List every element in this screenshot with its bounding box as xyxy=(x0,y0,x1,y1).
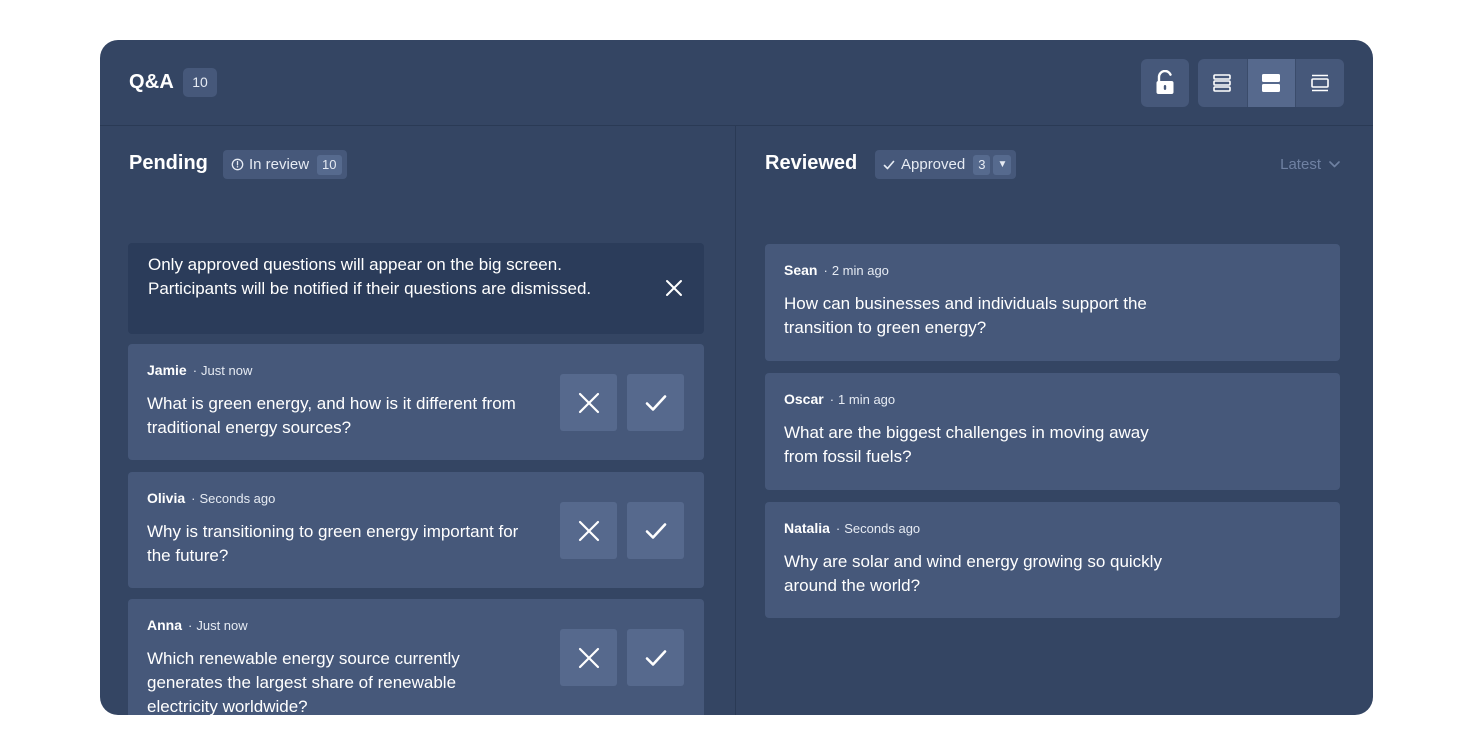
question-text: What is green energy, and how is it diff… xyxy=(147,394,516,437)
clock-icon xyxy=(231,158,244,171)
approve-button[interactable] xyxy=(627,374,684,431)
page-title: Q&A xyxy=(129,71,175,93)
in-review-filter[interactable]: In review 10 xyxy=(223,150,347,179)
split-view-button[interactable] xyxy=(1246,59,1296,107)
dismiss-button[interactable] xyxy=(560,502,617,559)
check-icon xyxy=(645,394,666,411)
list-view-button[interactable] xyxy=(1198,59,1247,107)
sort-label: Latest xyxy=(1280,156,1321,173)
single-view-button[interactable] xyxy=(1295,59,1344,107)
meta-separator: · xyxy=(823,263,828,278)
question-count-badge: 10 xyxy=(183,68,217,97)
timestamp: Just now xyxy=(196,618,248,633)
question-card: Sean · 2 min ago How can businesses and ind… xyxy=(765,244,1340,361)
caret-down-icon[interactable]: ▼ xyxy=(993,154,1012,175)
question-text: Why are solar and wind energy growing so… xyxy=(784,552,1162,595)
x-icon xyxy=(578,647,599,668)
lock-button[interactable] xyxy=(1141,59,1189,107)
split-view-icon xyxy=(1262,74,1281,92)
author-name: Oscar xyxy=(784,391,824,407)
question-card: Jamie · Just now What is green energy, and … xyxy=(128,344,704,460)
meta-separator: · xyxy=(188,618,193,633)
author-name: Jamie xyxy=(147,362,187,378)
question-card: Natalia · Seconds ago Why are solar and win… xyxy=(765,502,1340,618)
timestamp: 1 min ago xyxy=(838,392,896,407)
x-icon xyxy=(578,392,599,413)
approved-count: 3 xyxy=(973,154,991,175)
question-text: Which renewable energy source currently … xyxy=(147,649,460,715)
chevron-down-icon xyxy=(1329,161,1340,168)
question-card: Oscar · 1 min ago What are the biggest chal… xyxy=(765,373,1340,490)
column-divider xyxy=(735,126,736,715)
approve-button[interactable] xyxy=(627,502,684,559)
dismiss-button[interactable] xyxy=(560,374,617,431)
question-meta: Oscar · 1 min ago xyxy=(784,391,1320,411)
author-name: Sean xyxy=(784,262,818,278)
close-icon[interactable] xyxy=(664,278,684,298)
author-name: Anna xyxy=(147,617,182,633)
top-bar: Q&A 10 xyxy=(100,40,1373,126)
timestamp: Seconds ago xyxy=(199,491,276,506)
timestamp: Seconds ago xyxy=(844,521,921,536)
info-notice: Only approved questions will appear on t… xyxy=(128,243,704,334)
author-name: Olivia xyxy=(147,490,186,506)
meta-separator: · xyxy=(191,491,196,506)
approved-filter[interactable]: Approved 3 ▼ xyxy=(875,150,1017,179)
question-meta: Natalia · Seconds ago xyxy=(784,520,1320,540)
question-card: Anna · Just now Which renewable energy sour… xyxy=(128,599,704,715)
question-meta: Sean · 2 min ago xyxy=(784,262,1320,282)
qa-panel: Q&A 10 Pending In review 10 Only approve… xyxy=(100,40,1373,715)
in-review-label: In review xyxy=(249,156,310,173)
list-view-icon xyxy=(1213,74,1232,92)
question-text: What are the biggest challenges in movin… xyxy=(784,423,1149,466)
unlock-icon xyxy=(1156,70,1174,94)
question-text: Why is transitioning to green energy imp… xyxy=(147,522,519,565)
author-name: Natalia xyxy=(784,520,830,536)
approve-button[interactable] xyxy=(627,629,684,686)
pending-title: Pending xyxy=(129,152,208,174)
x-icon xyxy=(578,520,599,541)
question-card: Olivia · Seconds ago Why is transitioning t… xyxy=(128,472,704,588)
view-mode-toggle xyxy=(1198,59,1344,107)
meta-separator: · xyxy=(192,363,198,378)
approved-label: Approved xyxy=(901,156,966,173)
reviewed-title: Reviewed xyxy=(765,152,858,174)
meta-separator: · xyxy=(835,521,841,536)
meta-separator: · xyxy=(829,392,835,407)
sort-dropdown[interactable]: Latest xyxy=(1280,156,1340,173)
check-icon xyxy=(883,160,895,169)
check-icon xyxy=(645,649,666,666)
timestamp: 2 min ago xyxy=(831,263,889,278)
notice-text: Only approved questions will appear on t… xyxy=(148,255,592,298)
question-text: How can businesses and individuals suppo… xyxy=(784,294,1147,337)
dismiss-button[interactable] xyxy=(560,629,617,686)
in-review-count: 10 xyxy=(317,154,342,175)
check-icon xyxy=(645,522,666,539)
single-view-icon xyxy=(1311,74,1329,92)
timestamp: Just now xyxy=(201,363,253,378)
